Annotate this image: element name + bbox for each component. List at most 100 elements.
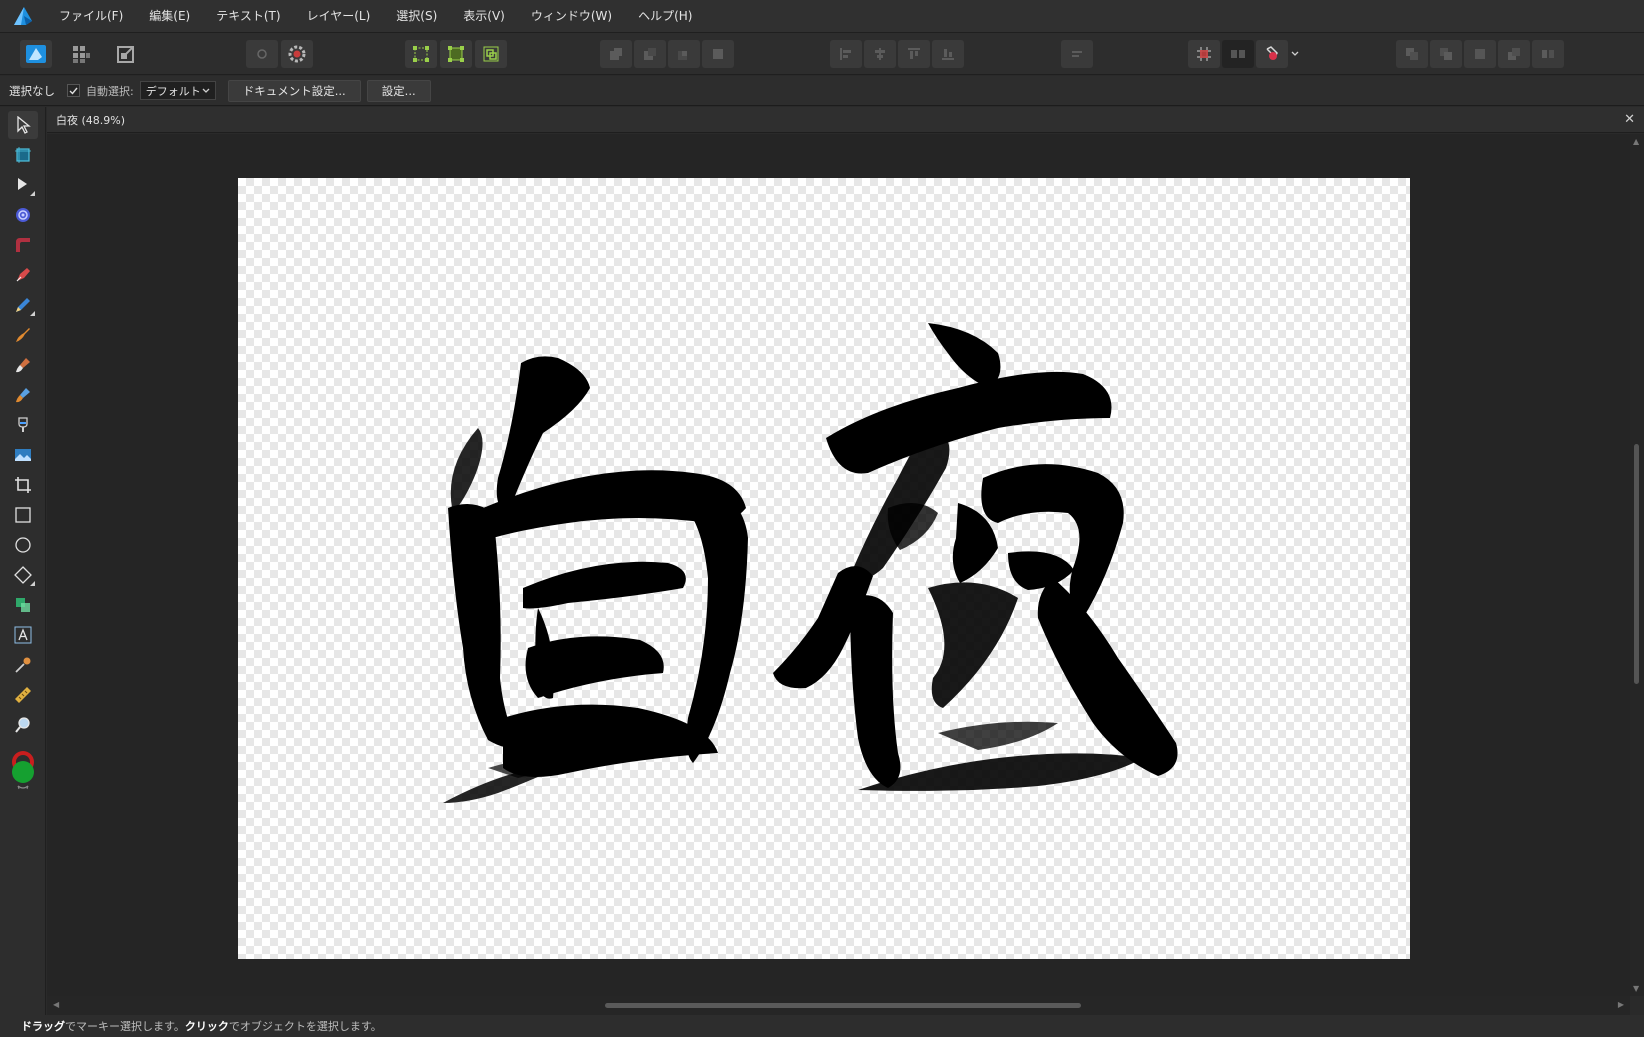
chevron-down-icon [202,88,210,93]
fill-bucket-icon [18,417,28,432]
crop-icon [15,477,31,493]
vertical-scroll-thumb[interactable] [1634,444,1639,684]
fill-tool[interactable] [8,411,38,439]
snapping-toggle-button[interactable] [1256,40,1288,68]
export-persona-button[interactable] [110,40,142,68]
symbol-icon [16,598,30,612]
artboard-tool[interactable] [8,141,38,169]
vector-brush-tool[interactable] [8,321,38,349]
brush-stroke-icon [16,328,30,342]
snap-to-grid-button[interactable] [1188,40,1220,68]
designer-persona-button[interactable] [20,40,52,68]
corner-icon [16,238,30,252]
pixel-persona-button[interactable] [65,40,97,68]
menu-window[interactable]: ウィンドウ(W) [518,0,625,33]
boolean-subtract-icon [644,48,656,60]
artboard[interactable] [238,178,1410,959]
node-arrow-icon [18,178,27,190]
pen-nib-icon [16,268,30,282]
color-picker-tool[interactable] [8,651,38,679]
horizontal-scroll-thumb[interactable] [605,1003,1081,1008]
flip-icon [1542,50,1554,58]
boolean-intersect-button[interactable] [668,40,700,68]
menu-text[interactable]: テキスト(T) [203,0,293,33]
pointer-arrow-icon [17,116,31,134]
boolean-xor-button[interactable] [702,40,734,68]
scroll-up-icon[interactable]: ▲ [1633,137,1639,146]
document-setup-button[interactable]: ドキュメント設定... [227,79,361,102]
affinity-designer-window: ファイル(F) 編集(E) テキスト(T) レイヤー(L) 選択(S) 表示(V… [0,0,1644,1037]
status-click-keyword: クリック [184,1020,229,1033]
send-backward-button[interactable] [1464,40,1496,68]
boolean-option-button[interactable] [246,40,278,68]
scroll-right-icon[interactable]: ▶ [1618,1000,1624,1009]
flip-button[interactable] [1532,40,1564,68]
pixel-brush-tool[interactable] [8,381,38,409]
close-document-icon[interactable]: ✕ [1624,112,1635,127]
vertical-scrollbar[interactable]: ▲ ▼ [1630,134,1644,996]
boolean-add-button[interactable] [600,40,632,68]
bring-to-front-button[interactable] [1396,40,1428,68]
snapping-settings-button[interactable] [281,40,313,68]
designer-persona-icon [26,45,46,63]
rectangle-tool[interactable] [8,501,38,529]
auto-select-value: デフォルト [145,84,201,98]
calligraphy-artwork[interactable] [238,178,1410,959]
boolean-subtract-button[interactable] [634,40,666,68]
paint-brush-tool[interactable] [8,351,38,379]
align-center-button[interactable] [864,40,896,68]
bring-forward-button[interactable] [1430,40,1462,68]
node-tool[interactable] [8,171,38,199]
symbol-tool[interactable] [8,591,38,619]
zoom-tool[interactable] [8,711,38,739]
scroll-down-icon[interactable]: ▼ [1633,984,1639,993]
boolean-add-icon [610,48,622,60]
menu-help[interactable]: ヘルプ(H) [625,0,705,33]
artistic-text-tool[interactable] [8,621,38,649]
transform-origin-button[interactable] [405,40,437,68]
auto-select-checkbox[interactable] [67,84,80,97]
align-bottom-icon [942,49,954,60]
arrange-button[interactable] [1061,40,1093,68]
ruler-icon [15,687,31,703]
show-handles-button[interactable] [440,40,472,68]
bounding-box-icon [413,46,429,62]
snapping-dropdown-button[interactable] [1288,40,1302,68]
document-tab[interactable]: 白夜 (48.9%) ✕ [47,107,1644,133]
move-tool[interactable] [8,111,38,139]
align-left-icon [840,48,851,60]
alignment-handles-button[interactable] [475,40,507,68]
menu-view[interactable]: 表示(V) [450,0,518,33]
measure-tool[interactable] [8,681,38,709]
auto-select-dropdown[interactable]: デフォルト [139,81,216,100]
horizontal-scrollbar[interactable]: ◀ ▶ [47,996,1630,1015]
crop-tool[interactable] [8,471,38,499]
fill-stroke-swatches[interactable] [8,750,38,794]
pencil-tool[interactable] [8,291,38,319]
menu-edit[interactable]: 編集(E) [136,0,203,33]
align-bottom-button[interactable] [932,40,964,68]
affinity-designer-logo-icon [14,7,32,25]
point-transform-tool[interactable] [8,201,38,229]
image-icon [15,449,31,461]
align-left-button[interactable] [830,40,862,68]
ellipse-tool[interactable] [8,531,38,559]
align-top-button[interactable] [898,40,930,68]
pen-tool[interactable] [8,261,38,289]
bring-front-icon [1406,48,1418,60]
snap-mode-button[interactable] [1222,40,1254,68]
menu-select[interactable]: 選択(S) [383,0,450,33]
canvas-area[interactable] [47,134,1630,996]
menu-file[interactable]: ファイル(F) [46,0,136,33]
shape-tool[interactable] [8,561,38,589]
corner-tool[interactable] [8,231,38,259]
menu-bar: ファイル(F) 編集(E) テキスト(T) レイヤー(L) 選択(S) 表示(V… [0,0,1644,33]
selection-status-label: 選択なし [9,83,55,98]
scroll-left-icon[interactable]: ◀ [53,1000,59,1009]
settings-button[interactable]: 設定... [366,79,431,102]
menu-layer[interactable]: レイヤー(L) [294,0,384,33]
send-to-back-button[interactable] [1498,40,1530,68]
place-image-tool[interactable] [8,441,38,469]
brush-character-left [443,356,748,803]
selection-box-icon [448,46,464,62]
